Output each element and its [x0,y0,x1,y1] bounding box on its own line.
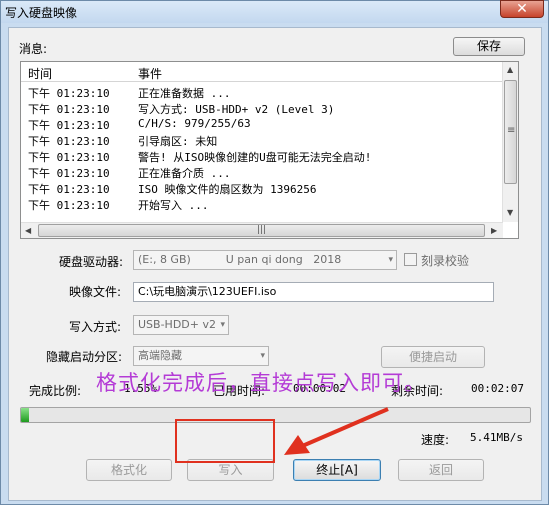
window-title: 写入硬盘映像 [5,6,78,20]
log-time: 下午 01:23:10 [28,135,110,148]
log-event: 引导扇区: 未知 [138,135,218,148]
drive-select[interactable]: (E:, 8 GB) U pan qi dong 2018 ▾ [133,250,397,270]
message-log[interactable]: 时间 事件 下午 01:23:10 正在准备数据 ... 下午 01:23:10 写… [20,61,519,239]
log-header: 时间 事件 [21,62,503,82]
drive-value: (E:, 8 GB) U pan qi dong 2018 [138,253,342,266]
horizontal-scrollbar[interactable]: ◀ ||| ▶ [21,222,503,238]
log-rows: 下午 01:23:10 正在准备数据 ... 下午 01:23:10 写入方式: U… [21,84,503,212]
log-event: 正在准备介质 ... [138,167,231,180]
column-event[interactable]: 事件 [138,65,162,82]
annotation-text: 格式化完成后，直接点写入即可。 [96,371,426,395]
done-ratio-label: 完成比例: [29,384,82,398]
log-event: 写入方式: USB-HDD+ v2 (Level 3) [138,103,335,116]
write-mode-select[interactable]: USB-HDD+ v2 ▾ [133,315,229,335]
format-button[interactable]: 格式化 [86,459,172,481]
image-file-label: 映像文件: [69,285,122,299]
remaining-value: 00:02:07 [471,382,524,395]
log-time: 下午 01:23:10 [28,199,110,212]
annotation-arrow-icon [284,407,389,455]
log-row: 下午 01:23:10 引导扇区: 未知 [21,132,503,148]
log-event: 正在准备数据 ... [138,87,231,100]
log-time: 下午 01:23:10 [28,103,110,116]
log-event: 警告! 从ISO映像创建的U盘可能无法完全启动! [138,151,372,164]
vertical-scroll-thumb[interactable]: ≡ [504,80,517,184]
scroll-up-icon[interactable]: ▲ [507,65,513,74]
vertical-scrollbar[interactable]: ▲ ≡ ▼ [502,62,518,222]
close-button[interactable]: ✕ [500,0,544,18]
verify-checkbox[interactable] [404,253,417,266]
horizontal-scroll-thumb[interactable]: ||| [38,224,485,237]
log-time: 下午 01:23:10 [28,151,110,164]
column-time[interactable]: 时间 [28,65,52,82]
title-bar[interactable]: 写入硬盘映像 ✕ [1,0,548,23]
log-time: 下午 01:23:10 [28,87,110,100]
log-time: 下午 01:23:10 [28,183,110,196]
scroll-down-icon[interactable]: ▼ [507,208,513,217]
log-row: 下午 01:23:10 写入方式: USB-HDD+ v2 (Level 3) [21,100,503,116]
write-mode-label: 写入方式: [69,320,122,334]
log-event: ISO 映像文件的扇区数为 1396256 [138,183,317,196]
speed-value: 5.41MB/s [470,431,523,444]
chevron-down-icon: ▾ [220,320,225,330]
log-event: 开始写入 ... [138,199,209,212]
log-time: 下午 01:23:10 [28,119,110,132]
quick-boot-button[interactable]: 便捷启动 [381,346,485,368]
chevron-down-icon: ▾ [260,351,265,361]
log-row: 下午 01:23:10 警告! 从ISO映像创建的U盘可能无法完全启动! [21,148,503,164]
image-file-field[interactable]: C:\玩电脑演示\123UEFI.iso [133,282,494,302]
chevron-down-icon: ▾ [388,255,393,265]
log-row: 下午 01:23:10 正在准备介质 ... [21,164,503,180]
save-button[interactable]: 保存 [453,37,525,56]
annotation-highlight-box [175,419,275,463]
log-row: 下午 01:23:10 C/H/S: 979/255/63 [21,116,503,132]
scroll-right-icon[interactable]: ▶ [491,226,497,235]
log-row: 下午 01:23:10 ISO 映像文件的扇区数为 1396256 [21,180,503,196]
drive-label: 硬盘驱动器: [59,255,124,269]
back-button[interactable]: 返回 [398,459,484,481]
write-disk-image-window: 写入硬盘映像 ✕ 消息: 保存 时间 事件 下午 01:23:10 正在准备数据 … [0,0,549,505]
scroll-left-icon[interactable]: ◀ [25,226,31,235]
verify-label[interactable]: 刻录校验 [421,252,469,269]
log-event: C/H/S: 979/255/63 [138,117,251,130]
progress-fill [21,408,29,422]
stop-button[interactable]: 终止[A] [293,459,381,481]
log-row: 下午 01:23:10 正在准备数据 ... [21,84,503,100]
dialog-body: 消息: 保存 时间 事件 下午 01:23:10 正在准备数据 ... 下午 01… [8,27,542,501]
hidden-partition-value: 高端隐藏 [138,349,182,362]
messages-label: 消息: [19,42,48,56]
write-mode-value: USB-HDD+ v2 [138,318,216,331]
speed-label: 速度: [421,433,450,447]
log-row: 下午 01:23:10 开始写入 ... [21,196,503,212]
hidden-partition-label: 隐藏启动分区: [46,350,123,364]
hidden-partition-select[interactable]: 高端隐藏 ▾ [133,346,269,366]
grip-icon: ≡ [507,125,516,136]
log-time: 下午 01:23:10 [28,167,110,180]
